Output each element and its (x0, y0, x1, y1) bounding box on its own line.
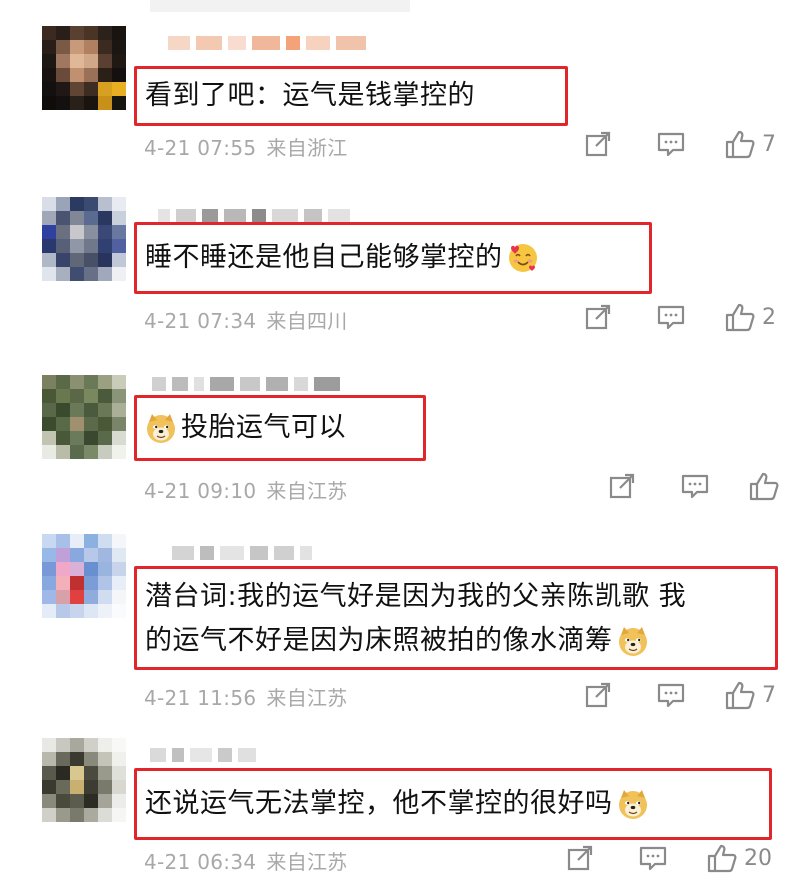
comment-actions: 7 (584, 680, 776, 710)
comment-actions (608, 471, 786, 501)
comment-meta: 4-21 07:34 来自四川 (144, 305, 348, 334)
comment-icon[interactable] (656, 681, 686, 709)
comment-text: 投胎运气可以 (181, 412, 346, 443)
share-icon[interactable] (584, 130, 612, 158)
avatar[interactable] (42, 534, 126, 618)
comment-actions: 7 (584, 129, 776, 159)
username-blurred[interactable] (152, 375, 340, 393)
like-count: 2 (762, 304, 776, 330)
comment-text-box: 投胎运气可以 (134, 395, 426, 461)
location: 来自江苏 (266, 479, 348, 503)
comment-text: 还说运气无法掌控，他不掌控的很好吗 (145, 788, 613, 819)
username-blurred[interactable] (172, 544, 312, 562)
thumbs-up-icon[interactable] (724, 680, 756, 710)
comment-text-box: 潜台词:我的运气好是因为我的父亲陈凯歌 我 的运气不好是因为床照被拍的像水滴筹 (134, 566, 778, 670)
share-icon[interactable] (608, 472, 636, 500)
comment-meta: 4-21 07:55 来自浙江 (144, 132, 348, 161)
like-count: 7 (762, 131, 776, 157)
share-icon[interactable] (584, 303, 612, 331)
comment-meta: 4-21 09:10 来自江苏 (144, 475, 348, 504)
timestamp: 4-21 06:34 (144, 850, 257, 874)
location: 来自江苏 (266, 850, 348, 874)
comment-item: 潜台词:我的运气好是因为我的父亲陈凯歌 我 的运气不好是因为床照被拍的像水滴筹 … (0, 530, 800, 730)
thumbs-up-icon[interactable] (724, 302, 756, 332)
location: 来自四川 (266, 309, 348, 333)
comment-text: 睡不睡还是他自己能够掌控的 (145, 242, 503, 273)
comment-item: 还说运气无法掌控，他不掌控的很好吗 4-21 06:34 来自江苏 20 (0, 730, 800, 890)
comment-text-box: 睡不睡还是他自己能够掌控的 (134, 222, 652, 294)
comment-icon[interactable] (656, 130, 686, 158)
avatar[interactable] (42, 738, 126, 822)
comment-icon[interactable] (638, 844, 668, 872)
doge-emoji (145, 412, 177, 444)
timestamp: 4-21 09:10 (144, 479, 257, 503)
like-count: 20 (744, 845, 772, 871)
comment-text: 看到了吧：运气是钱掌控的 (145, 80, 475, 111)
comment-item: 睡不睡还是他自己能够掌控的 4-21 07:34 来自四川 2 (0, 175, 800, 355)
comment-meta: 4-21 06:34 来自江苏 (144, 846, 348, 875)
location: 来自江苏 (266, 686, 348, 710)
smiling-hearts-emoji (507, 242, 539, 274)
comment-text-line: 的运气不好是因为床照被拍的像水滴筹 (145, 625, 613, 656)
doge-emoji (617, 625, 649, 657)
comment-text-box: 看到了吧：运气是钱掌控的 (134, 66, 568, 126)
comment-meta: 4-21 11:56 来自江苏 (144, 682, 348, 711)
comment-actions: 2 (584, 302, 776, 332)
username-blurred[interactable] (168, 34, 366, 52)
doge-emoji (617, 788, 649, 820)
username-blurred[interactable] (150, 746, 256, 764)
location: 来自浙江 (266, 136, 348, 160)
comment-item: 看到了吧：运气是钱掌控的 4-21 07:55 来自浙江 7 (0, 0, 800, 175)
timestamp: 4-21 07:34 (144, 309, 257, 333)
timestamp: 4-21 07:55 (144, 136, 257, 160)
avatar[interactable] (42, 26, 126, 110)
comment-icon[interactable] (656, 303, 686, 331)
timestamp: 4-21 11:56 (144, 686, 257, 710)
comment-text-box: 还说运气无法掌控，他不掌控的很好吗 (134, 768, 772, 840)
comment-icon[interactable] (680, 472, 710, 500)
comment-text-line: 潜台词:我的运气好是因为我的父亲陈凯歌 我 (145, 581, 687, 612)
comment-item: 投胎运气可以 4-21 09:10 来自江苏 (0, 355, 800, 530)
share-icon[interactable] (584, 681, 612, 709)
comment-actions: 20 (566, 843, 772, 873)
thumbs-up-icon[interactable] (706, 843, 738, 873)
thumbs-up-icon[interactable] (724, 129, 756, 159)
avatar[interactable] (42, 197, 126, 281)
avatar[interactable] (42, 375, 126, 459)
like-count: 7 (762, 682, 776, 708)
thumbs-up-icon[interactable] (748, 471, 780, 501)
share-icon[interactable] (566, 844, 594, 872)
